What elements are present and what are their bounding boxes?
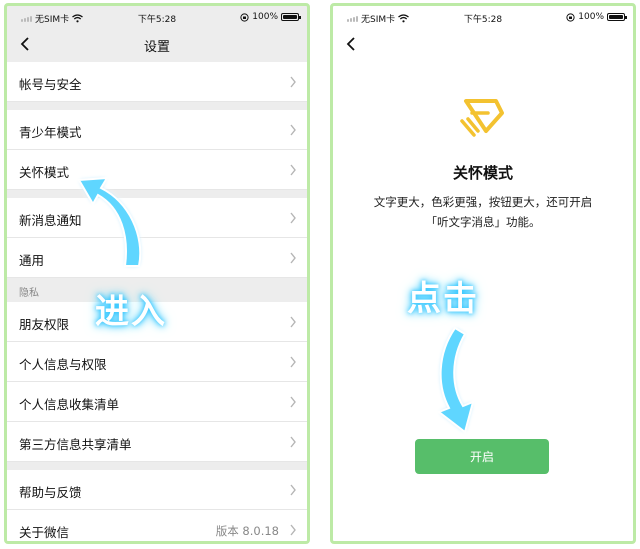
settings-item-label: 关怀模式 — [19, 165, 70, 180]
settings-item-general[interactable]: 通用 — [7, 238, 307, 278]
settings-item-label: 第三方信息共享清单 — [19, 437, 132, 452]
settings-item-help-feedback[interactable]: 帮助与反馈 — [7, 470, 307, 510]
settings-item-personal-info[interactable]: 个人信息与权限 — [7, 342, 307, 382]
settings-item-third-party-sharing[interactable]: 第三方信息共享清单 — [7, 422, 307, 462]
settings-item-label: 个人信息收集清单 — [19, 397, 120, 412]
chevron-right-icon — [290, 524, 296, 536]
nav-bar — [333, 28, 633, 62]
status-bar: 无SIM卡 下午5:28 100% — [7, 6, 307, 28]
settings-item-info-collection[interactable]: 个人信息收集清单 — [7, 382, 307, 422]
settings-item-label: 关于微信 — [19, 525, 70, 540]
care-mode-title: 关怀模式 — [452, 164, 513, 182]
settings-item-label: 帮助与反馈 — [19, 485, 82, 500]
battery-icon — [607, 13, 627, 21]
battery-icon — [281, 13, 301, 21]
battery-percent: 100% — [578, 12, 604, 22]
settings-item-label: 通用 — [19, 253, 45, 268]
lock-rotation-icon — [566, 12, 575, 22]
chevron-right-icon — [290, 252, 296, 264]
annotation-click-text: 点击 — [407, 279, 479, 319]
annotation-arrow-right — [436, 326, 475, 434]
care-mode-description: 文字更大，色彩更强，按钮更大，还可开启 「听文字消息」功能。 — [353, 192, 613, 232]
settings-item-notifications[interactable]: 新消息通知 — [7, 198, 307, 238]
chevron-right-icon — [290, 124, 296, 136]
section-divider — [7, 190, 307, 198]
settings-item-about-wechat[interactable]: 关于微信 版本 8.0.18 — [7, 510, 307, 541]
settings-item-label: 新消息通知 — [19, 213, 82, 228]
enable-button[interactable]: 开启 — [415, 439, 549, 474]
chevron-right-icon — [290, 436, 296, 448]
settings-item-account-security[interactable]: 帐号与安全 — [7, 62, 307, 102]
description-line-1: 文字更大，色彩更强，按钮更大，还可开启 — [373, 195, 593, 209]
settings-item-care-mode[interactable]: 关怀模式 — [7, 150, 307, 190]
description-line-2: 「听文字消息」功能。 — [425, 215, 541, 229]
settings-item-label: 个人信息与权限 — [19, 357, 107, 372]
nav-bar: 设置 — [7, 28, 307, 62]
page-title: 设置 — [143, 40, 170, 55]
chevron-right-icon — [290, 356, 296, 368]
battery-percent: 100% — [252, 12, 278, 22]
care-mode-icon — [460, 99, 504, 137]
version-value: 版本 8.0.18 — [215, 524, 279, 538]
settings-item-label: 朋友权限 — [19, 317, 70, 332]
chevron-right-icon — [290, 76, 296, 88]
screenshot-canvas: 无SIM卡 下午5:28 100% 设置 帐号与安全 青少年模式 关怀模式 新消… — [0, 0, 640, 549]
chevron-right-icon — [290, 212, 296, 224]
chevron-right-icon — [290, 164, 296, 176]
lock-rotation-icon — [240, 12, 249, 22]
annotation-enter-text: 进入 — [95, 292, 167, 332]
section-divider — [7, 102, 307, 110]
back-chevron-icon[interactable] — [341, 33, 363, 55]
chevron-right-icon — [290, 316, 296, 328]
status-bar: 无SIM卡 下午5:28 100% — [333, 6, 633, 28]
settings-screen: 无SIM卡 下午5:28 100% 设置 帐号与安全 青少年模式 关怀模式 新消… — [4, 3, 310, 544]
chevron-right-icon — [290, 484, 296, 496]
settings-item-label: 帐号与安全 — [19, 77, 82, 92]
settings-item-teen-mode[interactable]: 青少年模式 — [7, 110, 307, 150]
settings-item-label: 青少年模式 — [19, 125, 82, 140]
section-header-label: 隐私 — [19, 288, 39, 299]
care-mode-screen: 无SIM卡 下午5:28 100% 关怀模式 文字更大，色彩更强，按钮更大，还可… — [330, 3, 636, 544]
chevron-right-icon — [290, 396, 296, 408]
section-divider — [7, 462, 307, 470]
